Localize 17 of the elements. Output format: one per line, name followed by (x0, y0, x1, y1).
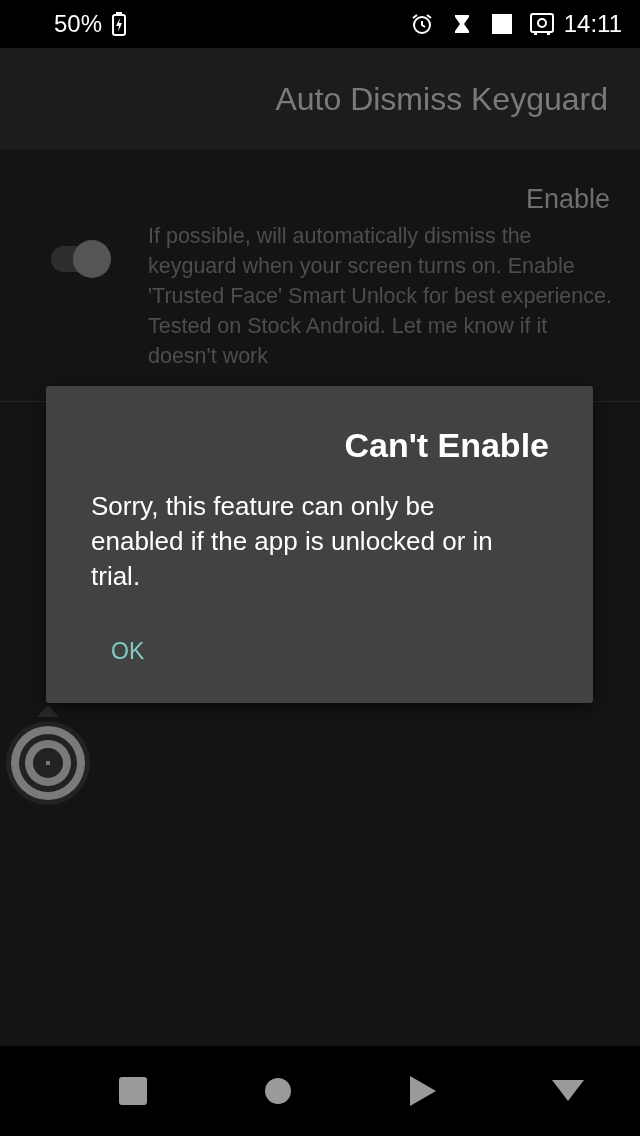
setting-description: If possible, will automatically dismiss the keyguard when your screen turns on. Enable 'Trusted Face' Smart Unlock for best experience. Tested on Stock Android. Let me know if it doesn't work (148, 223, 613, 370)
dialog-title: Can't Enable (344, 426, 549, 465)
dialog-message: Sorry, this feature can only be enabled if the app is unlocked or in trial. (91, 490, 494, 593)
enable-switch[interactable] (49, 240, 113, 278)
battery-percentage: 50% (54, 10, 103, 38)
recents-icon[interactable] (117, 1076, 148, 1106)
safe-icon (529, 12, 554, 36)
down-triangle-icon[interactable] (551, 1080, 584, 1102)
ok-button[interactable]: OK (91, 630, 165, 673)
target-icon[interactable] (5, 703, 91, 807)
setting-title: Enable (525, 184, 610, 215)
square-icon (489, 12, 514, 36)
clock-time: 14:11 (563, 10, 622, 38)
play-icon[interactable] (408, 1075, 437, 1107)
app-title: Auto Dismiss Keyguard (275, 80, 608, 118)
battery-charging-icon (112, 12, 127, 36)
home-icon[interactable] (263, 1077, 292, 1105)
